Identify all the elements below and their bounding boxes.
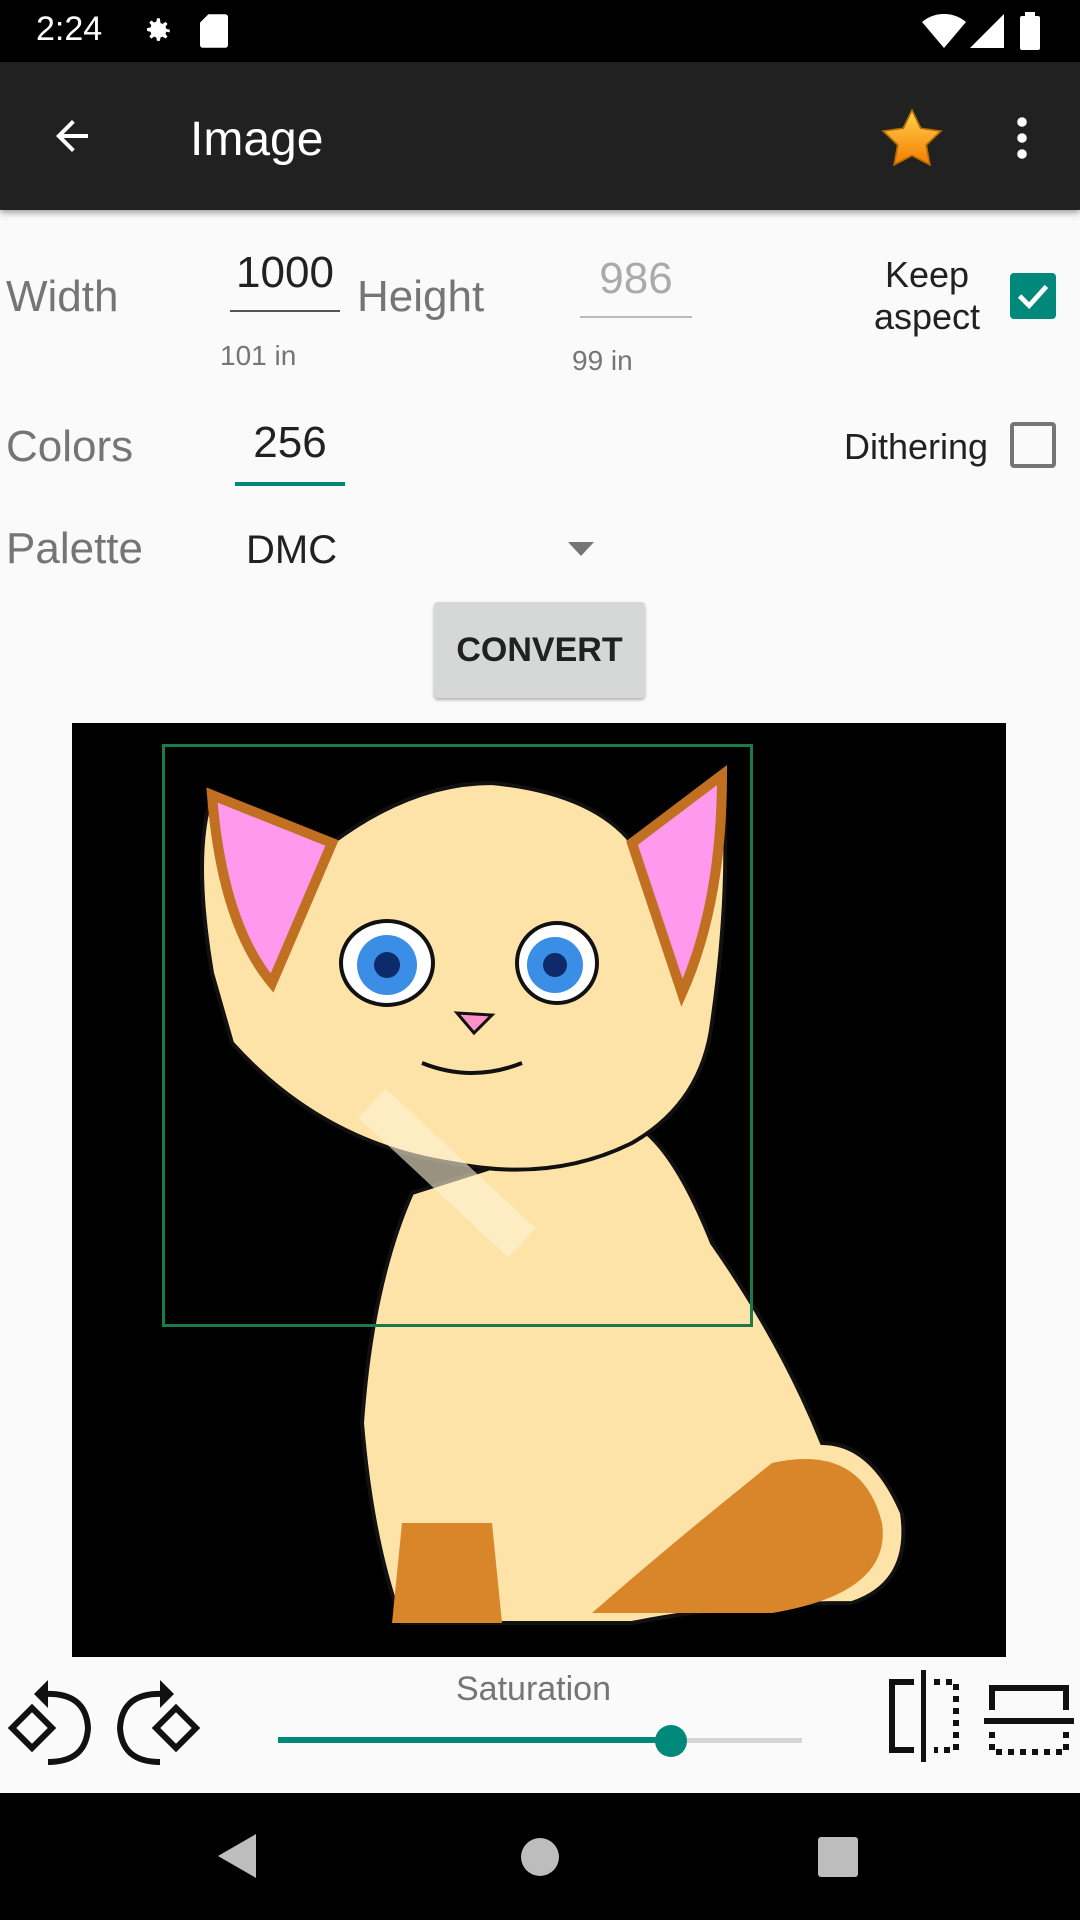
width-input[interactable]: 1000 (230, 248, 340, 312)
height-inches: 99 in (572, 345, 633, 376)
battery-icon (1020, 12, 1040, 50)
crop-rectangle[interactable] (162, 744, 753, 1327)
keep-aspect-checkbox[interactable] (1010, 273, 1056, 319)
rotate-left-icon[interactable] (8, 1676, 94, 1766)
star-icon[interactable] (878, 106, 946, 172)
dropdown-arrow-icon (568, 542, 594, 556)
nav-home-icon[interactable] (520, 1837, 560, 1877)
sd-card-icon (200, 14, 228, 48)
dithering-label: Dithering (844, 426, 989, 467)
rotate-right-icon[interactable] (114, 1676, 200, 1766)
flip-vertical-icon[interactable] (984, 1680, 1074, 1760)
page-title: Image (190, 113, 324, 166)
status-bar: 2:24 (0, 0, 1080, 62)
app-bar: Image (0, 62, 1080, 210)
keep-aspect-label: Keep aspect (873, 254, 981, 337)
palette-label: Palette (6, 524, 143, 573)
gear-icon (147, 18, 170, 41)
slider-thumb[interactable] (655, 1725, 687, 1757)
convert-button[interactable]: CONVERT (434, 602, 645, 698)
saturation-label: Saturation (456, 1670, 611, 1708)
nav-recents-icon[interactable] (818, 1837, 858, 1877)
nav-back-icon[interactable] (218, 1834, 258, 1878)
flip-horizontal-icon[interactable] (884, 1670, 964, 1762)
colors-label: Colors (6, 422, 134, 471)
image-preview[interactable] (72, 723, 1006, 1657)
more-vert-icon[interactable] (1006, 114, 1038, 162)
colors-input[interactable]: 256 (235, 418, 345, 486)
signal-icon (970, 14, 1004, 48)
wifi-icon (922, 14, 966, 48)
palette-value: DMC (246, 528, 338, 572)
slider-fill (278, 1737, 671, 1743)
back-arrow-icon[interactable] (48, 112, 96, 160)
height-label: Height (357, 272, 485, 321)
status-time: 2:24 (36, 10, 103, 48)
dithering-checkbox[interactable] (1010, 422, 1056, 468)
check-icon (1017, 284, 1049, 310)
width-inches: 101 in (220, 340, 297, 371)
saturation-slider[interactable] (278, 1720, 802, 1760)
height-input[interactable]: 986 (580, 254, 692, 318)
palette-dropdown[interactable]: DMC (240, 520, 610, 580)
navigation-bar (0, 1793, 1080, 1920)
width-label: Width (6, 272, 119, 321)
